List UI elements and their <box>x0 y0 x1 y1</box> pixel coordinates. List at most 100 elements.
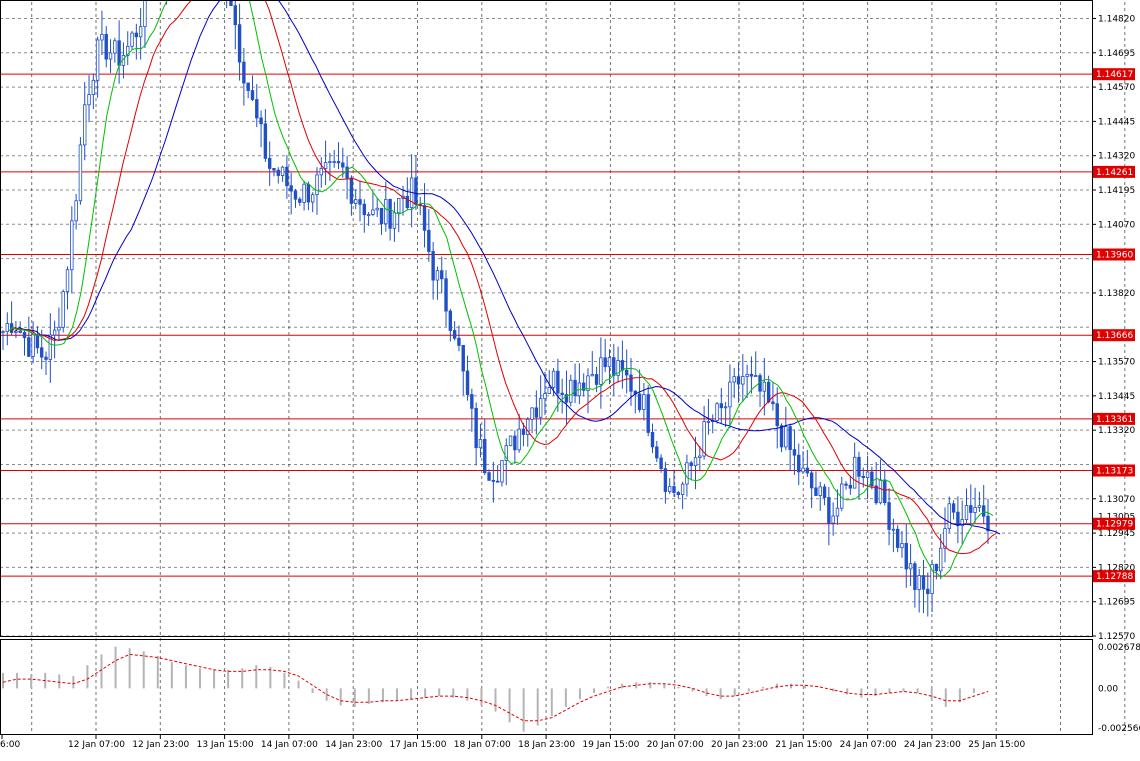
candle-body <box>289 185 293 192</box>
candle-body <box>104 33 108 60</box>
candle-body <box>805 467 810 474</box>
candle-body <box>465 370 470 395</box>
candle-body <box>246 82 250 91</box>
candle-body <box>87 94 91 106</box>
time-axis-label: 18 Jan 23:00 <box>518 740 575 750</box>
candle-body <box>302 183 306 203</box>
candle-body <box>719 403 724 409</box>
candle-body <box>685 462 689 485</box>
price-level-tag-text: 1.13173 <box>1096 467 1133 477</box>
candle-body <box>594 374 599 385</box>
time-axis-label: 24 Jan 07:00 <box>840 740 897 750</box>
price-level-tag-text: 1.13361 <box>1096 415 1133 425</box>
moving-average-lines <box>7 0 1001 578</box>
candle-body <box>328 161 332 164</box>
candle-body <box>422 205 427 231</box>
candle-body <box>237 24 242 63</box>
oscillator-axis: 0.002678 0.00 -0.002566 <box>1098 643 1140 734</box>
candle-body <box>745 373 749 377</box>
candle-body <box>814 487 818 496</box>
candle-body <box>771 401 775 405</box>
candle-body <box>130 32 134 47</box>
price-chart-svg[interactable]: 1.14820 1.14695 1.14570 1.14445 1.14320 1.141… <box>0 0 1140 757</box>
candle-body <box>801 467 805 473</box>
time-axis-label: 25 Jan 15:00 <box>968 740 1025 750</box>
candle-body <box>388 198 392 229</box>
candle-body <box>448 310 453 331</box>
candle-body <box>878 479 883 504</box>
candle-body <box>698 455 702 459</box>
candle-body <box>530 407 534 420</box>
candle-body <box>792 449 797 456</box>
candle-body <box>117 40 121 66</box>
candle-body <box>78 144 83 202</box>
candle-body <box>35 334 40 349</box>
candle-body <box>18 330 22 333</box>
candle-body <box>392 212 397 229</box>
candle-body <box>852 456 857 489</box>
candle-body <box>732 376 736 383</box>
time-axis-label: 13 Jan 15:00 <box>197 740 254 750</box>
price-level-tag-text: 1.13666 <box>1096 331 1133 341</box>
candle-body <box>384 198 388 225</box>
price-axis-label: 1.12945 <box>1098 529 1135 539</box>
candle-body <box>560 392 564 395</box>
candle-body <box>818 486 822 496</box>
candle-body <box>310 194 315 203</box>
candle-body <box>551 370 556 388</box>
candle-body <box>921 575 926 590</box>
candle-body <box>427 229 431 252</box>
candle-body <box>255 99 259 119</box>
candle-body <box>986 515 990 532</box>
candle-body <box>964 505 969 520</box>
candle-body <box>569 379 573 403</box>
price-axis-label: 1.14570 <box>1098 83 1135 93</box>
price-axis-label: 1.14320 <box>1098 152 1135 162</box>
candle-body <box>706 420 711 423</box>
candle-body <box>315 174 319 196</box>
candle-body <box>134 32 139 38</box>
candle-body <box>57 326 61 331</box>
price-axis-label: 1.12570 <box>1098 632 1135 642</box>
candle-body <box>908 563 913 570</box>
candle-body <box>637 393 642 411</box>
candle-body <box>831 515 835 524</box>
candle-body <box>405 195 410 209</box>
candle-body <box>951 503 956 513</box>
candle-body <box>306 183 311 203</box>
candle-body <box>797 454 801 473</box>
candle-body <box>956 511 960 527</box>
price-axis[interactable]: 1.14820 1.14695 1.14570 1.14445 1.14320 1.141… <box>1092 14 1135 642</box>
price-level-tag-text: 1.14261 <box>1096 168 1133 178</box>
candle-body <box>435 270 440 281</box>
candle-body <box>775 403 779 427</box>
candle-body <box>100 33 104 41</box>
price-level-tags: 1.14617 1.14261 1.13960 1.13666 1.13361 1.131… <box>1093 68 1135 583</box>
time-axis[interactable]: 6:00 12 Jan 07:00 12 Jan 23:00 13 Jan 15:00… <box>0 735 1025 750</box>
candle-body <box>366 214 371 216</box>
price-axis-label: 1.13570 <box>1098 358 1135 368</box>
candle-body <box>599 357 603 385</box>
candle-body <box>938 547 943 572</box>
chart-grid <box>0 2 1126 735</box>
time-axis-label: 20 Jan 07:00 <box>647 740 704 750</box>
candle-body <box>61 291 65 328</box>
candle-body <box>341 162 345 168</box>
price-axis-label: 1.14195 <box>1098 186 1135 196</box>
price-axis-label: 1.13070 <box>1098 495 1135 505</box>
candle-body <box>895 528 900 548</box>
candle-body <box>650 432 655 448</box>
candle-body <box>44 356 48 360</box>
candle-body <box>508 435 513 447</box>
candle-body <box>728 381 732 408</box>
trading-chart-window[interactable]: 1.14820 1.14695 1.14570 1.14445 1.14320 1.141… <box>0 0 1140 757</box>
candle-body <box>500 460 504 483</box>
candle-body <box>835 507 840 517</box>
candle-body <box>534 407 539 418</box>
candle-body <box>414 177 418 205</box>
candle-body <box>461 345 465 372</box>
candle-body <box>487 472 491 481</box>
time-axis-label: 14 Jan 07:00 <box>261 740 318 750</box>
candle-body <box>913 563 917 590</box>
candle-body <box>319 168 323 176</box>
